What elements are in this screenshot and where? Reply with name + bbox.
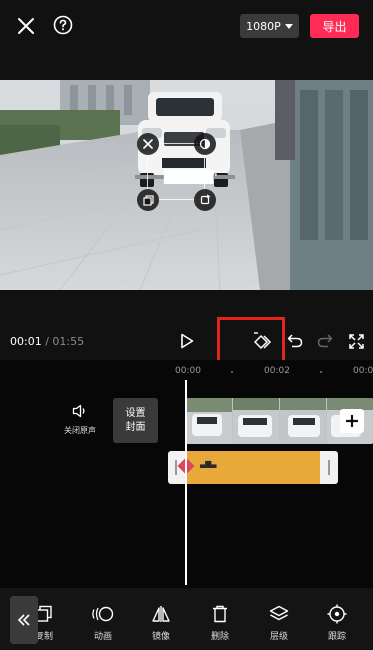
cover-label-line1: 设置 [125,407,146,419]
tool-layers[interactable]: 层级 [251,603,307,642]
chevron-down-icon [284,23,293,29]
delete-icon [192,603,248,625]
help-icon[interactable] [52,14,74,36]
timeline-tick: 00:00 [175,366,201,376]
toggle-overlay-icon[interactable] [194,133,216,155]
time-separator: / [45,335,49,348]
animation-icon [75,603,131,625]
fullscreen-icon[interactable] [346,331,366,351]
collapse-toolbar-button[interactable] [10,596,38,644]
text-clip-label: ▃▆▃ [200,459,217,468]
rotate-overlay-icon[interactable] [194,189,216,211]
cover-label-line2: 封面 [125,421,146,433]
undo-icon[interactable] [285,331,305,351]
timeline-tick: 00:04 [353,366,373,376]
resolution-label: 1080P [246,19,281,33]
text-clip-left-handle[interactable] [175,460,177,475]
layers-icon [251,603,307,625]
current-time: 00:01 [10,335,42,348]
total-time: 01:55 [52,335,85,348]
tracking-icon [309,603,365,625]
playhead[interactable] [185,380,187,585]
tool-label: 动画 [93,632,112,642]
speaker-icon [72,404,85,418]
plus-icon [346,415,358,427]
tool-tracking[interactable]: 跟踪 [309,603,365,642]
copy-overlay-icon[interactable] [137,189,159,211]
mute-audio-label: 关闭原声 [64,426,96,435]
export-button[interactable]: 导出 [310,14,359,38]
double-chevron-left-icon [17,614,30,626]
tool-mirror[interactable]: 镜像 [133,603,189,642]
text-clip-right-handle[interactable] [328,460,330,475]
close-icon[interactable] [14,14,38,38]
mirror-icon [133,603,189,625]
tool-label: 镜像 [151,632,170,642]
redo-icon[interactable] [315,331,335,351]
tool-animation[interactable]: 动画 [75,603,131,642]
timeline-tick: 00:02 [264,366,290,376]
tool-label: 跟踪 [327,632,346,642]
remove-overlay-icon[interactable] [137,133,159,155]
tool-label: 删除 [210,632,229,642]
tool-label: 层级 [269,632,288,642]
add-clip-button[interactable] [340,409,364,433]
mute-audio-button[interactable]: 关闭原声 [62,403,98,436]
play-icon[interactable] [177,331,197,351]
resolution-dropdown[interactable]: 1080P [240,14,299,38]
timeline-tick-dot [320,371,322,373]
tool-delete[interactable]: 删除 [192,603,248,642]
timeline-tick-dot [231,371,233,373]
set-cover-button[interactable]: 设置 封面 [113,398,158,443]
time-display: 00:01 / 01:55 [10,335,84,348]
preview-margin [0,52,373,80]
